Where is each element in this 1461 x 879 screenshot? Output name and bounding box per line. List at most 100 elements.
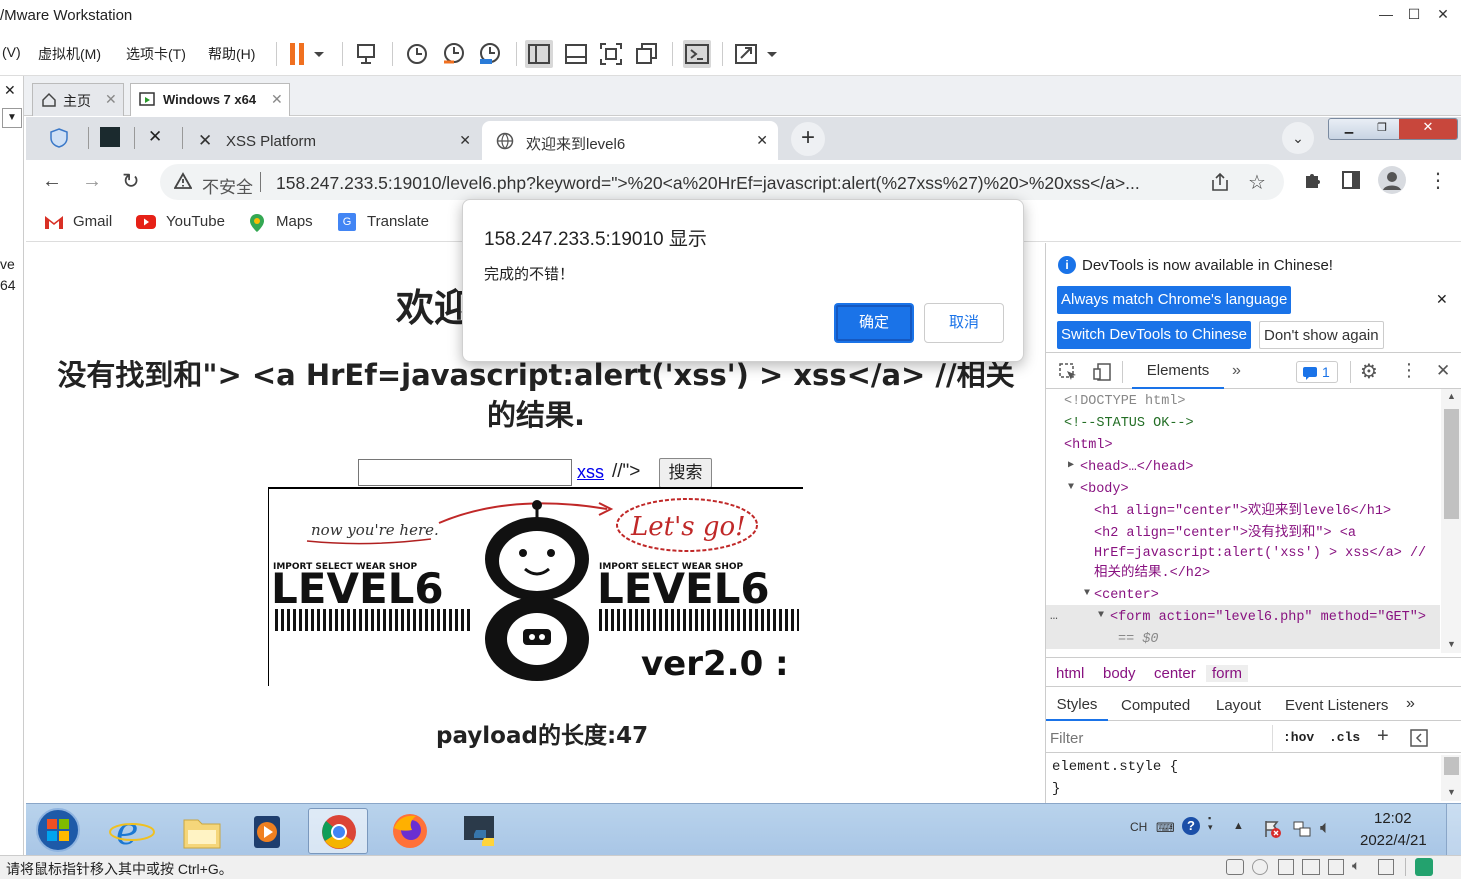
- network-icon[interactable]: [1292, 819, 1312, 839]
- sidebar-view-icon[interactable]: [525, 40, 553, 68]
- collapse-triangle-icon[interactable]: ▼: [1084, 583, 1090, 605]
- dom-node[interactable]: HrEf=javascript:alert('xss') > xss</a> /…: [1094, 543, 1426, 565]
- volume-icon[interactable]: 🔈︎: [1320, 817, 1331, 838]
- close-tab-icon[interactable]: ✕: [756, 132, 768, 149]
- bookmark-maps[interactable]: Maps: [276, 213, 313, 230]
- explorer-folder-icon[interactable]: [172, 808, 232, 854]
- tab-search-icon[interactable]: ⌄: [1282, 122, 1314, 154]
- toggle-sidebar-icon[interactable]: [1409, 728, 1429, 748]
- scroll-thumb[interactable]: [1444, 409, 1459, 519]
- revert-snapshot-icon[interactable]: [440, 40, 468, 68]
- scroll-down-icon[interactable]: ▼: [1447, 639, 1456, 649]
- bookmark-youtube[interactable]: YouTube: [166, 213, 225, 230]
- snapshot-manager-icon[interactable]: [476, 40, 504, 68]
- hov-toggle[interactable]: :hov: [1283, 730, 1314, 745]
- menu-view[interactable]: (V): [2, 44, 21, 60]
- pause-icon[interactable]: [286, 40, 324, 68]
- always-match-language-button[interactable]: Always match Chrome's language: [1057, 286, 1292, 314]
- tab-event-listeners[interactable]: Event Listeners: [1285, 697, 1388, 714]
- bookmark-gmail[interactable]: Gmail: [73, 213, 112, 230]
- dom-node-selected[interactable]: <form action="level6.php" method="GET">: [1110, 607, 1426, 629]
- close-library-icon[interactable]: ✕: [4, 82, 16, 99]
- more-tabs-icon[interactable]: »: [1406, 695, 1415, 713]
- dom-node[interactable]: <center>: [1094, 585, 1159, 607]
- help-icon[interactable]: ?: [1182, 817, 1200, 835]
- unity-icon[interactable]: [633, 40, 661, 68]
- inspect-element-icon[interactable]: [1058, 362, 1078, 382]
- close-tab-icon[interactable]: ✕: [105, 91, 117, 108]
- usb-icon[interactable]: [1328, 859, 1344, 875]
- dont-show-again-button[interactable]: Don't show again: [1259, 321, 1384, 349]
- cls-toggle[interactable]: .cls: [1329, 730, 1360, 745]
- tab-elements[interactable]: Elements: [1132, 355, 1224, 389]
- media-player-icon[interactable]: [238, 808, 298, 854]
- filter-input[interactable]: [1050, 726, 1268, 750]
- clock-time[interactable]: 12:02: [1374, 810, 1412, 827]
- menu-vm[interactable]: 虚拟机(M): [38, 44, 101, 64]
- tab-xss-platform[interactable]: ✕ XSS Platform ✕: [186, 121, 481, 160]
- keyboard-icon[interactable]: ⌨: [1156, 820, 1175, 836]
- tab-styles[interactable]: Styles: [1046, 689, 1108, 721]
- close-banner-icon[interactable]: ✕: [1436, 291, 1448, 308]
- dom-node[interactable]: <html>: [1064, 435, 1113, 457]
- issues-badge[interactable]: 1: [1296, 361, 1338, 383]
- crumb-html[interactable]: html: [1056, 665, 1084, 682]
- url-text[interactable]: 158.247.233.5:19010/level6.php?keyword="…: [276, 173, 1201, 194]
- scroll-thumb[interactable]: [1444, 757, 1459, 775]
- dom-node[interactable]: 相关的结果.</h2>: [1094, 563, 1210, 585]
- dom-node[interactable]: <!DOCTYPE html>: [1064, 391, 1186, 413]
- close-tab-icon[interactable]: ✕: [459, 132, 471, 149]
- dom-node[interactable]: <body>: [1080, 479, 1129, 501]
- crumb-form[interactable]: form: [1206, 665, 1248, 682]
- dom-node[interactable]: <head>…</head>: [1080, 457, 1193, 479]
- menu-tabs[interactable]: 选项卡(T): [126, 44, 186, 64]
- terminal-tab-icon[interactable]: [100, 127, 120, 147]
- tab-level6[interactable]: 欢迎来到level6 ✕: [482, 121, 778, 160]
- menu-help[interactable]: 帮助(H): [208, 44, 255, 64]
- library-dropdown-icon[interactable]: ▼: [2, 108, 22, 128]
- crumb-body[interactable]: body: [1103, 665, 1136, 682]
- crumb-center[interactable]: center: [1154, 665, 1196, 682]
- maximize-button[interactable]: ☐: [1404, 6, 1424, 26]
- new-style-rule-icon[interactable]: +: [1377, 725, 1389, 748]
- scroll-up-icon[interactable]: ▲: [1447, 391, 1456, 401]
- cancel-button[interactable]: 取消: [924, 303, 1004, 343]
- close-button[interactable]: ✕: [1399, 119, 1457, 139]
- python-terminal-icon[interactable]: [450, 808, 510, 854]
- close-devtools-icon[interactable]: ✕: [1436, 361, 1450, 381]
- profile-avatar[interactable]: [1378, 166, 1406, 194]
- bookmark-star-icon[interactable]: ☆: [1248, 170, 1266, 195]
- clock-date[interactable]: 2022/4/21: [1360, 832, 1427, 849]
- ie-icon[interactable]: e: [102, 808, 162, 854]
- floppy-icon[interactable]: [1278, 859, 1294, 875]
- menu-kebab-icon[interactable]: ⋮: [1428, 168, 1448, 193]
- collapse-triangle-icon[interactable]: ▼: [1098, 605, 1104, 627]
- minimize-button[interactable]: ▁: [1332, 121, 1366, 137]
- start-orb-icon[interactable]: [34, 806, 82, 854]
- x-tab-icon[interactable]: ✕: [148, 127, 162, 147]
- address-bar[interactable]: 不安全 158.247.233.5:19010/level6.php?keywo…: [160, 164, 1284, 200]
- dom-node[interactable]: <h1 align="center">欢迎来到level6</h1>: [1094, 501, 1391, 523]
- shield-tab-icon[interactable]: [48, 127, 70, 149]
- close-tab-icon[interactable]: ✕: [271, 91, 283, 108]
- share-icon[interactable]: [1210, 172, 1230, 192]
- tab-layout[interactable]: Layout: [1216, 697, 1261, 714]
- ok-button[interactable]: 确定: [834, 303, 914, 343]
- messages-icon[interactable]: [1415, 858, 1433, 876]
- minimize-button[interactable]: —: [1376, 6, 1396, 26]
- send-ctrl-alt-del-icon[interactable]: [352, 40, 380, 68]
- chrome-taskbar-icon[interactable]: [308, 808, 368, 854]
- tab-computed[interactable]: Computed: [1121, 697, 1190, 714]
- styles-scrollbar[interactable]: ▼: [1441, 755, 1461, 801]
- expand-triangle-icon[interactable]: ▶: [1068, 455, 1074, 477]
- xss-link[interactable]: xss: [577, 462, 604, 483]
- show-hidden-icons-icon[interactable]: ▲: [1233, 820, 1244, 832]
- device-toolbar-icon[interactable]: [1092, 362, 1112, 382]
- side-panel-icon[interactable]: [1342, 171, 1360, 189]
- element-style-rule[interactable]: element.style {: [1052, 757, 1178, 777]
- scroll-down-icon[interactable]: ▼: [1447, 787, 1456, 797]
- action-center-icon[interactable]: [1262, 819, 1282, 839]
- new-tab-button[interactable]: +: [791, 122, 825, 156]
- language-indicator[interactable]: CH: [1130, 820, 1147, 834]
- ellipsis-icon[interactable]: …: [1050, 605, 1058, 627]
